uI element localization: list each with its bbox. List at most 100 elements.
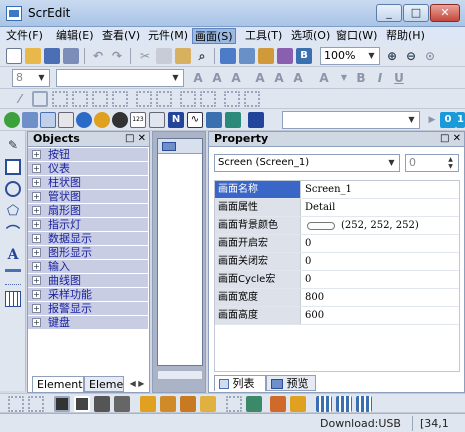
align-left-icon[interactable]: A	[190, 70, 206, 86]
tree-item-data-display[interactable]: + 数据显示	[28, 232, 148, 245]
expand-icon[interactable]: +	[32, 220, 41, 229]
make-same-height-icon[interactable]	[244, 91, 260, 107]
align-left-objects-icon[interactable]	[8, 396, 24, 412]
bold-icon[interactable]: B	[353, 70, 369, 86]
build-icon[interactable]	[277, 48, 293, 64]
copy-icon[interactable]	[156, 48, 172, 64]
button-element-icon[interactable]	[22, 112, 38, 128]
menu-screen[interactable]: 画面(S)	[192, 28, 236, 44]
bar-align-1-icon[interactable]	[316, 396, 332, 412]
compile-icon[interactable]	[239, 48, 255, 64]
tree-item-button[interactable]: + 按钮	[28, 148, 148, 161]
polygon-tool-icon[interactable]: ⬠	[5, 203, 21, 219]
flip-horizontal-icon[interactable]	[140, 396, 156, 412]
tab-element-2[interactable]: Elemen	[84, 376, 124, 392]
tree-item-curve-chart[interactable]: + 曲线图	[28, 274, 148, 287]
find-icon[interactable]: ⌕	[194, 48, 210, 64]
flip-vertical-icon[interactable]	[160, 396, 176, 412]
zoom-select[interactable]: 100% ▼	[320, 47, 380, 65]
menu-options[interactable]: 选项(O)	[289, 28, 332, 44]
badge-zero-icon[interactable]: 0	[440, 112, 456, 128]
tree-item-indicator[interactable]: + 指示灯	[28, 218, 148, 231]
new-file-icon[interactable]	[6, 48, 22, 64]
expand-icon[interactable]: +	[32, 262, 41, 271]
font-color-icon[interactable]: A	[316, 70, 332, 86]
italic-icon[interactable]: I	[372, 70, 388, 86]
group-icon[interactable]	[32, 91, 48, 107]
underline-icon[interactable]: U	[391, 70, 407, 86]
property-row[interactable]: 画面宽度 800	[215, 289, 459, 307]
scale-tool-icon[interactable]	[5, 269, 21, 285]
tree-item-graphic-display[interactable]: + 图形显示	[28, 246, 148, 259]
expand-icon[interactable]: +	[32, 206, 41, 215]
alarm-icon[interactable]	[225, 112, 241, 128]
tree-item-sampling[interactable]: + 采样功能	[28, 288, 148, 301]
close-button[interactable]: ✕	[430, 4, 460, 22]
chevron-down-icon[interactable]: ▼	[336, 70, 352, 86]
save-all-icon[interactable]	[63, 48, 79, 64]
bar-align-3-icon[interactable]	[356, 396, 372, 412]
lamp-black-icon[interactable]	[112, 112, 128, 128]
color-swatch[interactable]	[307, 222, 335, 230]
horizontal-scrollbar[interactable]	[157, 370, 203, 380]
lamp-yellow-icon[interactable]	[94, 112, 110, 128]
menu-edit[interactable]: 编辑(E)	[54, 28, 96, 44]
tab-scroll-arrows[interactable]: ◀ ▶	[126, 377, 148, 391]
distribute-icon[interactable]	[92, 91, 108, 107]
space-across-icon[interactable]	[180, 91, 196, 107]
lamp-blue-icon[interactable]	[76, 112, 92, 128]
center-horizontal-icon[interactable]	[136, 91, 152, 107]
font-size-select[interactable]: 8 ▼	[12, 69, 50, 87]
spin-arrows-icon[interactable]: ▲ ▼	[444, 156, 457, 170]
save-icon[interactable]	[44, 48, 60, 64]
group-objects-icon[interactable]	[246, 396, 262, 412]
screen-spinner[interactable]: 0 ▲ ▼	[405, 154, 459, 172]
panel-buttons[interactable]: □ ✕	[125, 132, 146, 146]
panel-buttons[interactable]: □ ✕	[440, 132, 461, 146]
pencil-icon[interactable]: ✎	[5, 137, 21, 153]
table-tool-icon[interactable]	[5, 291, 21, 307]
frame-element-icon[interactable]	[58, 112, 74, 128]
tree-item-bar-chart[interactable]: + 柱状图	[28, 176, 148, 189]
space-down-icon[interactable]	[200, 91, 216, 107]
open-file-icon[interactable]	[25, 48, 41, 64]
trend-graph-icon[interactable]: ∿	[187, 112, 203, 128]
undo-icon[interactable]: ↶	[90, 48, 106, 64]
screen-canvas[interactable]	[157, 138, 203, 366]
tree-item-alarm-display[interactable]: + 报警显示	[28, 302, 148, 315]
numeric-display-icon[interactable]: 123	[130, 112, 146, 128]
keyboard-element-icon[interactable]	[248, 112, 264, 128]
redo-icon[interactable]: ↷	[109, 48, 125, 64]
ungroup-icon[interactable]	[52, 91, 68, 107]
menu-file[interactable]: 文件(F)	[4, 28, 45, 44]
same-size-icon[interactable]	[112, 91, 128, 107]
rectangle-tool-icon[interactable]	[5, 159, 21, 175]
menu-element[interactable]: 元件(M)	[146, 28, 190, 44]
bring-forward-icon[interactable]	[94, 396, 110, 412]
cut-icon[interactable]: ✂	[137, 48, 153, 64]
maximize-button[interactable]: □	[403, 4, 429, 22]
expand-icon[interactable]: +	[32, 178, 41, 187]
expand-icon[interactable]: +	[32, 304, 41, 313]
bar-align-2-icon[interactable]	[336, 396, 352, 412]
align-right-objects-icon[interactable]	[28, 396, 44, 412]
zoom-out-icon[interactable]: ⊖	[403, 48, 419, 64]
circle-tool-icon[interactable]	[5, 181, 21, 197]
minimize-button[interactable]: _	[376, 4, 402, 22]
align-top-icon[interactable]: A	[252, 70, 268, 86]
tree-item-tube-chart[interactable]: + 管状图	[28, 190, 148, 203]
rectangle-element-icon[interactable]	[40, 112, 56, 128]
make-same-width-icon[interactable]	[224, 91, 240, 107]
tree-item-keyboard[interactable]: + 键盘	[28, 316, 148, 329]
align-center-icon[interactable]: A	[209, 70, 225, 86]
property-row[interactable]: 画面开启宏 0	[215, 235, 459, 253]
expand-icon[interactable]: +	[32, 234, 41, 243]
tab-list[interactable]: 列表	[214, 375, 266, 391]
expand-icon[interactable]: +	[32, 276, 41, 285]
screen-selector[interactable]: Screen (Screen_1) ▼	[214, 154, 400, 172]
rotate-icon[interactable]	[180, 396, 196, 412]
badge-one-icon[interactable]: 1	[456, 112, 465, 128]
property-row[interactable]: 画面关闭宏 0	[215, 253, 459, 271]
lock-icon[interactable]	[226, 396, 242, 412]
align-right-icon[interactable]: A	[228, 70, 244, 86]
